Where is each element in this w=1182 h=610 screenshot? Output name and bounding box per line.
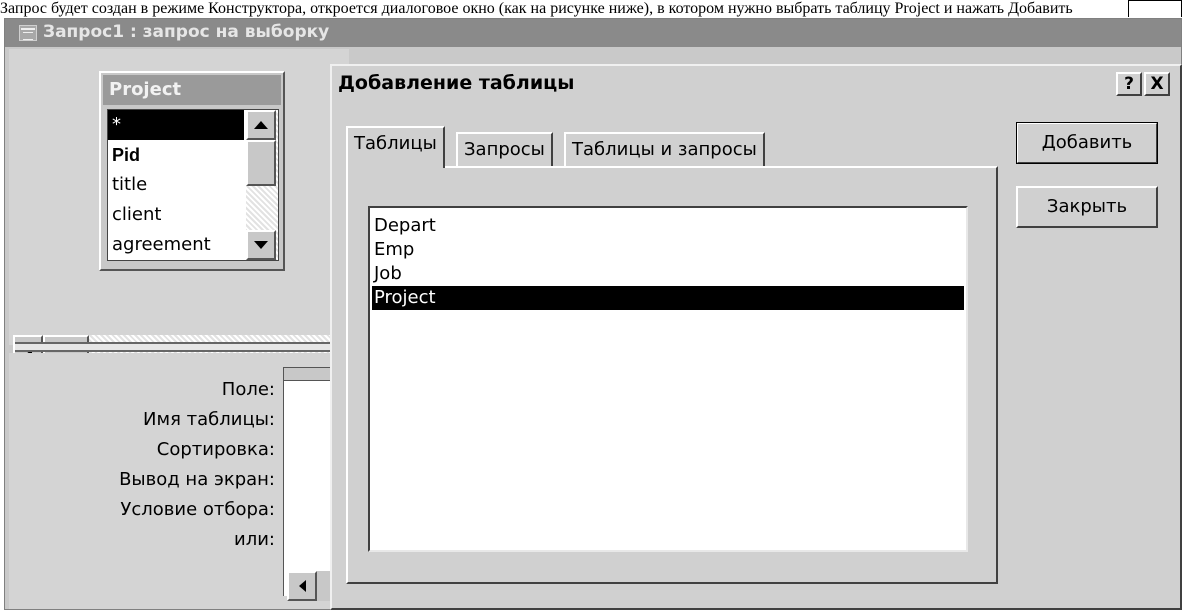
- grid-scroll-left-button[interactable]: [287, 571, 317, 601]
- field-list-scrollbar[interactable]: [246, 110, 278, 260]
- add-button[interactable]: Добавить: [1016, 122, 1158, 164]
- add-table-dialog: Добавление таблицы ? X Таблицы Запросы Т…: [330, 64, 1182, 610]
- table-list[interactable]: Depart Emp Job Project: [368, 206, 968, 552]
- tab-queries[interactable]: Запросы: [456, 132, 553, 166]
- field-list-title[interactable]: Project: [103, 75, 281, 105]
- dialog-titlebar[interactable]: Добавление таблицы ? X: [332, 66, 1180, 100]
- underlined-word-box: [1128, 0, 1182, 17]
- tab-tables[interactable]: Таблицы: [346, 126, 445, 168]
- tab-panel-tables: Depart Emp Job Project: [346, 166, 998, 584]
- arrow-left-icon: [298, 580, 306, 592]
- field-item-agreement[interactable]: agreement: [108, 230, 244, 260]
- query-window-icon: [19, 25, 37, 41]
- arrow-up-icon: [254, 121, 268, 129]
- table-pane: Project * Pid title client agreement: [9, 49, 349, 367]
- grid-row-label-sort: Сортировка:: [156, 439, 275, 460]
- field-list-box[interactable]: * Pid title client agreement: [107, 109, 279, 261]
- grid-row-label-criteria: Условие отбора:: [120, 499, 275, 520]
- field-item-pid[interactable]: Pid: [108, 140, 244, 170]
- table-item-project[interactable]: Project: [372, 286, 964, 310]
- field-list-project[interactable]: Project * Pid title client agreement: [99, 71, 285, 271]
- field-item-client[interactable]: client: [108, 200, 244, 230]
- scroll-thumb[interactable]: [246, 140, 276, 186]
- grid-row-label-field: Поле:: [221, 379, 275, 400]
- dialog-title: Добавление таблицы: [338, 72, 575, 94]
- scroll-up-button[interactable]: [246, 110, 276, 140]
- close-window-button[interactable]: X: [1144, 72, 1170, 96]
- design-grid-pane: Поле: Имя таблицы: Сортировка: Вывод на …: [9, 353, 349, 609]
- table-item-emp[interactable]: Emp: [372, 238, 964, 262]
- pane-splitter[interactable]: [15, 342, 335, 352]
- arrow-down-icon: [254, 241, 268, 249]
- grid-row-label-or: или:: [234, 529, 275, 550]
- query-window-titlebar[interactable]: Запрос1 : запрос на выборку: [5, 19, 1181, 47]
- document-text: Запрос будет создан в режиме Конструктор…: [0, 0, 1073, 17]
- tab-tables-and-queries[interactable]: Таблицы и запросы: [564, 132, 765, 166]
- field-item-star[interactable]: *: [108, 110, 244, 140]
- table-item-job[interactable]: Job: [372, 262, 964, 286]
- scroll-down-button[interactable]: [246, 230, 276, 260]
- query-window-title: Запрос1 : запрос на выборку: [43, 22, 330, 42]
- document-text-strip: Запрос будет создан в режиме Конструктор…: [0, 0, 1182, 18]
- help-button[interactable]: ?: [1116, 72, 1142, 96]
- table-item-depart[interactable]: Depart: [372, 214, 964, 238]
- field-item-title[interactable]: title: [108, 170, 244, 200]
- grid-row-label-show: Вывод на экран:: [119, 469, 275, 490]
- grid-row-label-table: Имя таблицы:: [143, 409, 275, 430]
- close-button[interactable]: Закрыть: [1016, 186, 1158, 228]
